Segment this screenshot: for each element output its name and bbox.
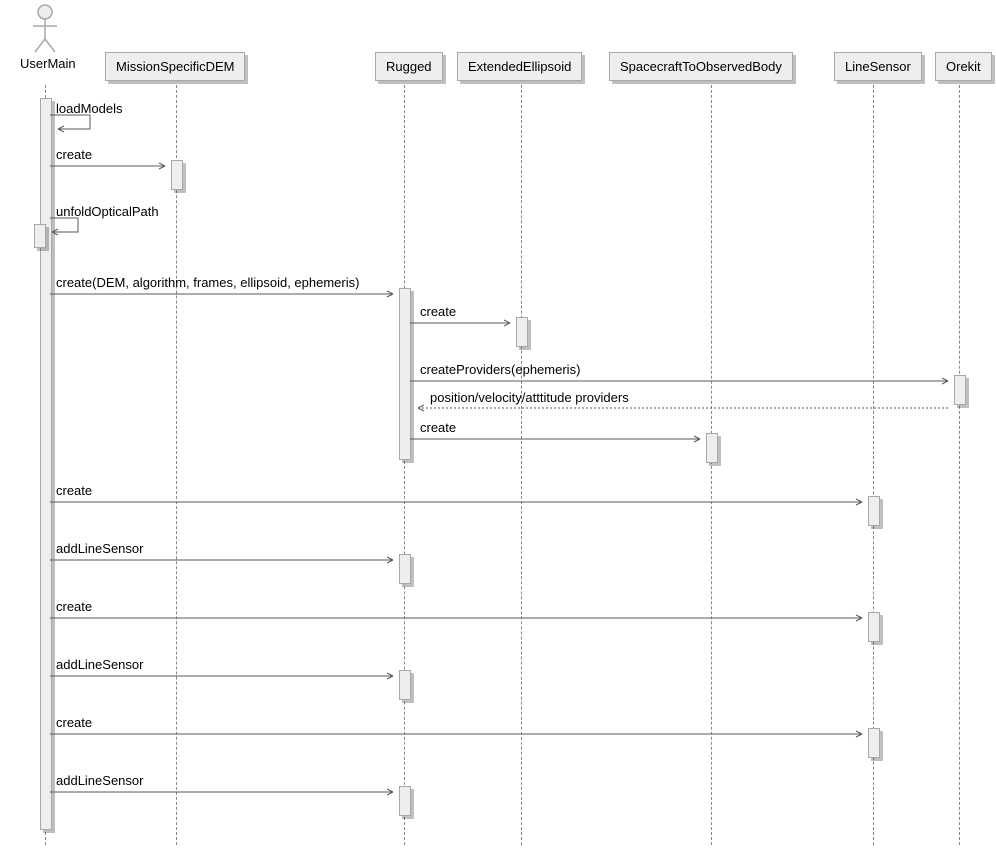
actor-label: UserMain — [20, 56, 70, 71]
activation-orekit — [954, 375, 966, 405]
actor-stickfigure-icon — [30, 4, 60, 54]
activation-rugged-4 — [399, 786, 411, 816]
msg-create-linesensor2-arrow — [50, 614, 870, 624]
activation-usermain — [40, 98, 52, 830]
msg-providers-return-arrow — [410, 404, 955, 414]
activation-sc2ob — [706, 433, 718, 463]
participant-linesensor: LineSensor — [834, 52, 922, 81]
participant-orekit: Orekit — [935, 52, 992, 81]
msg-create-linesensor3-arrow — [50, 730, 870, 740]
msg-loadmodels-arrow — [50, 115, 100, 133]
activation-dem — [171, 160, 183, 190]
activation-linesensor-1 — [868, 496, 880, 526]
activation-usermain-nested — [34, 224, 46, 248]
msg-providers-return-label: position/velocity/atttitude providers — [430, 390, 629, 405]
msg-create-linesensor3-label: create — [56, 715, 92, 730]
activation-ellipsoid — [516, 317, 528, 347]
sequence-diagram: UserMain MissionSpecificDEM Rugged Exten… — [0, 0, 996, 851]
msg-create-ellipsoid-arrow — [410, 319, 518, 329]
msg-createproviders-label: createProviders(ephemeris) — [420, 362, 580, 377]
msg-createproviders-arrow — [410, 377, 955, 387]
msg-create-dem-arrow — [50, 162, 172, 172]
msg-create-linesensor1-label: create — [56, 483, 92, 498]
msg-addlinesensor1-arrow — [50, 556, 400, 566]
msg-create-sc2ob-label: create — [420, 420, 456, 435]
msg-createdem-arrow — [50, 290, 400, 300]
msg-unfoldopticalpath-arrow — [50, 218, 100, 236]
participant-spacecrafttoobservedbody: SpacecraftToObservedBody — [609, 52, 793, 81]
msg-addlinesensor2-label: addLineSensor — [56, 657, 143, 672]
lifeline-orekit — [959, 85, 960, 845]
msg-unfoldopticalpath-label: unfoldOpticalPath — [56, 204, 159, 219]
msg-create-linesensor1-arrow — [50, 498, 870, 508]
msg-addlinesensor1-label: addLineSensor — [56, 541, 143, 556]
participant-rugged: Rugged — [375, 52, 443, 81]
msg-create-sc2ob-arrow — [410, 435, 708, 445]
activation-rugged-2 — [399, 554, 411, 584]
msg-createdem-label: create(DEM, algorithm, frames, ellipsoid… — [56, 275, 359, 290]
activation-linesensor-3 — [868, 728, 880, 758]
msg-create-dem-label: create — [56, 147, 92, 162]
msg-addlinesensor2-arrow — [50, 672, 400, 682]
actor-usermain: UserMain — [20, 4, 70, 71]
msg-loadmodels-label: loadModels — [56, 101, 123, 116]
activation-rugged-3 — [399, 670, 411, 700]
participant-missionspecificdem: MissionSpecificDEM — [105, 52, 245, 81]
msg-create-linesensor2-label: create — [56, 599, 92, 614]
activation-linesensor-2 — [868, 612, 880, 642]
msg-create-ellipsoid-label: create — [420, 304, 456, 319]
participant-extendedellipsoid: ExtendedEllipsoid — [457, 52, 582, 81]
msg-addlinesensor3-arrow — [50, 788, 400, 798]
msg-addlinesensor3-label: addLineSensor — [56, 773, 143, 788]
